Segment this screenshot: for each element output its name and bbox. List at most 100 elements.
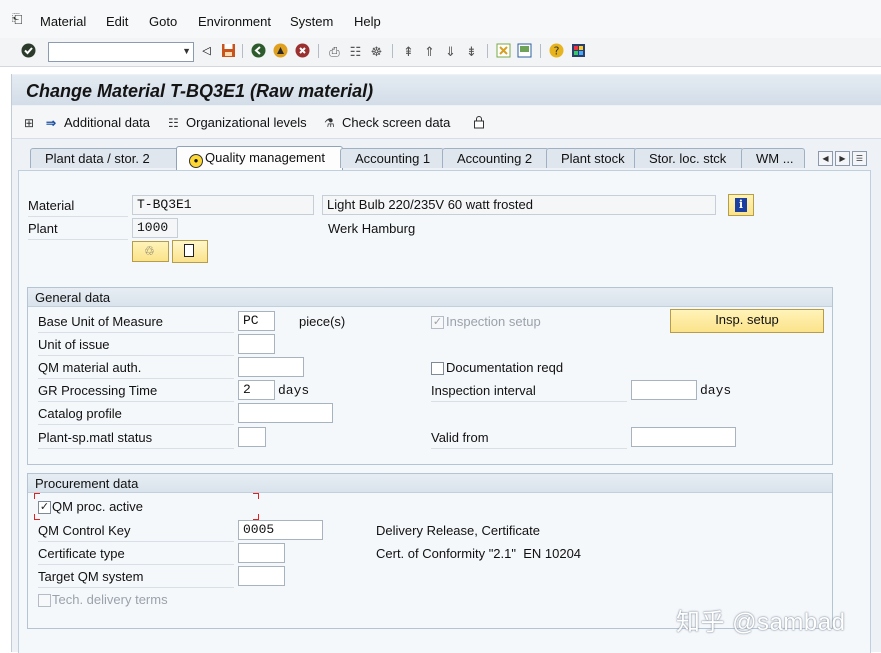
org-levels-button[interactable]: ☷ Organizational levels [168,115,307,130]
base-uom-field[interactable]: PC [238,311,275,331]
check-screen-button[interactable]: ⚗ Check screen data [324,115,450,130]
documentation-reqd-label: Documentation reqd [446,360,564,375]
layout-menu-icon[interactable] [570,43,587,60]
first-page-icon[interactable]: ⇞ [400,43,417,60]
inspection-interval-unit: days [700,383,732,398]
menu-system[interactable]: System [290,14,333,29]
save-icon[interactable] [220,43,237,60]
find-next-icon[interactable]: ☸ [368,43,385,60]
cancel-icon[interactable] [294,43,311,60]
inspection-interval-label: Inspection interval [431,383,536,398]
back-icon[interactable]: ◁ [198,43,215,60]
inspection-interval-field[interactable] [631,380,697,400]
enter-icon[interactable] [20,43,37,60]
tab-accounting-2[interactable]: Accounting 2 [442,148,549,168]
tab-plant-stock[interactable]: Plant stock [546,148,637,168]
label-underline [38,587,234,588]
plant-sp-matl-status-field[interactable] [238,427,266,447]
exit-icon[interactable] [272,43,289,60]
gr-processing-time-field[interactable]: 2 [238,380,275,400]
qm-control-key-field[interactable]: 0005 [238,520,323,540]
certificate-type-field[interactable] [238,543,285,563]
tab-wm[interactable]: WM ... [741,148,805,168]
focus-marker [34,493,40,499]
toolbar-separator [487,44,488,58]
last-page-icon[interactable]: ⇟ [463,43,480,60]
label-underline [38,378,234,379]
tab-stor-loc-stck[interactable]: Stor. loc. stck [634,148,744,168]
menu-material[interactable]: Material [40,14,86,29]
menu-bar: ⎗ Material Edit Goto Environment System … [0,0,881,39]
catalog-profile-field[interactable] [238,403,333,423]
material-field[interactable]: T-BQ3E1 [132,195,314,215]
watermark-text: 知乎 @sambad [676,609,846,636]
insp-setup-button[interactable]: Insp. setup [670,309,824,333]
print-icon[interactable]: ⎙ [326,43,343,60]
plant-label: Plant [28,221,58,236]
label-underline [38,448,234,449]
qm-material-auth-field[interactable] [238,357,304,377]
tech-delivery-terms-label: Tech. delivery terms [52,592,168,607]
info-button[interactable]: i [728,194,754,216]
toolbar-separator [540,44,541,58]
tab-accounting-1[interactable]: Accounting 1 [340,148,444,168]
target-qm-system-field[interactable] [238,566,285,586]
catalog-profile-label: Catalog profile [38,406,122,421]
info-icon: i [735,198,747,212]
menu-environment[interactable]: Environment [198,14,271,29]
chevron-down-icon[interactable]: ▼ [182,46,191,56]
plant-name-text: Werk Hamburg [328,221,416,236]
other-material-button[interactable]: ♲ [132,241,169,262]
additional-data-button[interactable]: ⇒ Additional data [46,115,150,130]
page-title: Change Material T-BQ3E1 (Raw material) [26,81,374,101]
label-underline [38,401,234,402]
group-header: General data [28,288,832,307]
qm-proc-active-checkbox[interactable]: ✓ [38,501,51,514]
menu-goto[interactable]: Goto [149,14,177,29]
qm-proc-active-label: QM proc. active [52,499,144,514]
menu-edit[interactable]: Edit [106,14,128,29]
documentation-reqd-checkbox[interactable] [431,362,444,375]
find-icon[interactable]: ☷ [347,43,364,60]
create-session-icon[interactable] [495,43,512,60]
material-label: Material [28,198,75,213]
label-underline [28,239,128,240]
tab-list-icon[interactable]: ☰ [852,151,867,166]
base-uom-text: piece(s) [299,314,346,329]
tab-plant-data-stor2[interactable]: Plant data / stor. 2 [30,148,179,168]
inspection-setup-checkbox[interactable]: ✓ [431,316,444,329]
create-document-button[interactable] [172,240,208,263]
gr-processing-time-unit: days [278,383,310,398]
qm-control-key-description: Delivery Release, Certificate [376,523,541,538]
qm-material-auth-label: QM material auth. [38,360,142,375]
previous-page-icon[interactable]: ⇑ [421,43,438,60]
material-description-field[interactable]: Light Bulb 220/235V 60 watt frosted [322,195,716,215]
tab-scroll-right-icon[interactable]: ▶ [835,151,850,166]
label-underline [38,424,234,425]
label-underline [38,355,234,356]
expand-icon[interactable]: ⊞ [24,115,42,130]
shortcut-icon[interactable] [516,43,533,60]
window-menu-icon[interactable]: ⎗ [12,11,22,27]
unit-of-issue-field[interactable] [238,334,275,354]
tab-quality-management[interactable]: ● Quality management [176,146,343,170]
unit-of-issue-label: Unit of issue [38,337,110,352]
tech-delivery-terms-checkbox[interactable] [38,594,51,607]
help-icon[interactable]: ? [548,43,565,60]
next-page-icon[interactable]: ⇓ [442,43,459,60]
command-field[interactable]: ▼ [48,42,194,62]
toolbar-separator [392,44,393,58]
standard-toolbar: ▼ ◁ ⎙ ☷ ☸ ⇞ ⇑ ⇓ ⇟ ? [0,38,881,67]
plant-field[interactable]: 1000 [132,218,178,238]
certificate-type-description: Cert. of Conformity "2.1" EN 10204 [376,546,582,561]
tab-scroll-left-icon[interactable]: ◀ [818,151,833,166]
label-underline [38,564,234,565]
back-nav-icon[interactable] [250,43,267,60]
group-title: General data [35,290,111,305]
target-qm-system-label: Target QM system [38,569,144,584]
valid-from-label: Valid from [431,430,489,445]
valid-from-field[interactable] [631,427,736,447]
menu-help[interactable]: Help [354,14,381,29]
lock-icon[interactable] [472,115,486,132]
toolbar-separator [318,44,319,58]
